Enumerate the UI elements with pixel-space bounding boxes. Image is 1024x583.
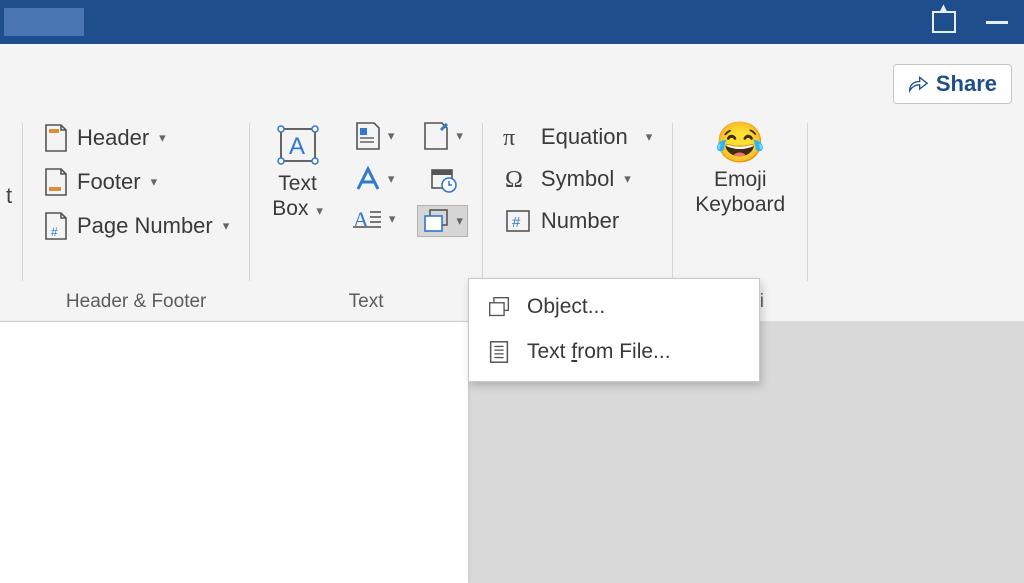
header-label: Header [77, 125, 149, 151]
wordart-button[interactable]: ▾ [350, 163, 399, 195]
group-title-header-footer: Header & Footer [66, 291, 206, 315]
symbol-button[interactable]: Ω Symbol ▾ [497, 161, 658, 197]
chevron-down-icon: ▾ [316, 203, 323, 218]
minimize-button[interactable] [986, 21, 1008, 24]
signature-line-button[interactable]: ▾ [418, 119, 467, 153]
page-number-icon: # [43, 211, 69, 241]
quick-access-area [4, 8, 84, 36]
object-icon [487, 296, 511, 318]
menu-item-object-label: Object... [527, 295, 605, 319]
text-file-icon [487, 339, 511, 365]
emoji-label-1: Emoji [714, 167, 767, 192]
object-icon [422, 208, 450, 234]
drop-cap-button[interactable]: A ▾ [349, 205, 400, 233]
chevron-down-icon: ▾ [389, 211, 396, 227]
page-number-label: Page Number [77, 213, 213, 239]
wordart-icon [354, 165, 382, 193]
emoji-label-2: Keyboard [695, 192, 785, 217]
symbol-icon: Ω [503, 165, 533, 193]
chevron-down-icon: ▾ [388, 128, 395, 144]
previous-group-fragment: t [6, 111, 22, 321]
menu-item-text-from-file-label: Text from File... [527, 340, 671, 364]
group-text: A Text Box ▾ ▾ ▾ [250, 111, 482, 321]
text-box-button[interactable]: A Text Box ▾ [264, 119, 331, 225]
svg-text:#: # [512, 214, 521, 231]
quick-parts-icon [354, 121, 382, 151]
svg-text:A: A [289, 133, 305, 160]
chevron-down-icon: ▾ [456, 213, 463, 229]
object-dropdown-menu: Object... Text from File... [468, 278, 760, 382]
object-button[interactable]: ▾ [417, 205, 468, 237]
number-button[interactable]: # Number [497, 203, 658, 239]
number-icon: # [503, 207, 533, 235]
date-time-button[interactable] [425, 163, 461, 195]
group-header-footer: Header ▾ Footer ▾ # Page Number ▾ Head [23, 111, 249, 321]
text-box-label-1: Text [278, 171, 317, 196]
chevron-down-icon: ▾ [223, 218, 230, 234]
footer-icon [43, 167, 69, 197]
header-icon [43, 123, 69, 153]
footer-label: Footer [77, 169, 141, 195]
text-box-label-2: Box [272, 197, 308, 220]
symbol-label: Symbol [541, 166, 614, 192]
emoji-joy-icon: 😂 [715, 123, 765, 163]
date-time-icon [429, 165, 457, 193]
svg-text:π: π [503, 125, 515, 151]
equation-label: Equation [541, 124, 628, 150]
chevron-down-icon: ▾ [159, 130, 166, 146]
emoji-keyboard-button[interactable]: 😂 Emoji Keyboard [687, 119, 793, 221]
page-number-button[interactable]: # Page Number ▾ [37, 207, 235, 245]
group-divider [807, 123, 808, 281]
title-bar [0, 0, 1024, 44]
svg-text:Ω: Ω [505, 167, 523, 193]
share-label: Share [936, 71, 997, 97]
footer-button[interactable]: Footer ▾ [37, 163, 235, 201]
chevron-down-icon: ▾ [388, 171, 395, 187]
equation-button[interactable]: π Equation ▾ [497, 119, 658, 155]
signature-line-icon [422, 121, 450, 151]
text-box-icon: A [275, 123, 321, 167]
quick-parts-button[interactable]: ▾ [350, 119, 399, 153]
menu-item-text-from-file[interactable]: Text from File... [469, 329, 759, 375]
svg-text:#: # [51, 225, 58, 239]
document-page[interactable] [0, 322, 468, 583]
chevron-down-icon: ▾ [624, 171, 631, 187]
group-title-text: Text [349, 291, 384, 315]
drop-cap-icon: A [353, 207, 383, 231]
share-button[interactable]: Share [893, 64, 1012, 104]
share-icon [908, 75, 928, 93]
number-label: Number [541, 208, 619, 234]
chevron-down-icon: ▾ [151, 174, 158, 190]
header-button[interactable]: Header ▾ [37, 119, 235, 157]
chevron-down-icon: ▾ [646, 129, 653, 145]
menu-item-object[interactable]: Object... [469, 285, 759, 329]
chevron-down-icon: ▾ [456, 128, 463, 144]
equation-icon: π [503, 123, 533, 151]
ribbon-display-options-icon[interactable] [932, 11, 956, 33]
